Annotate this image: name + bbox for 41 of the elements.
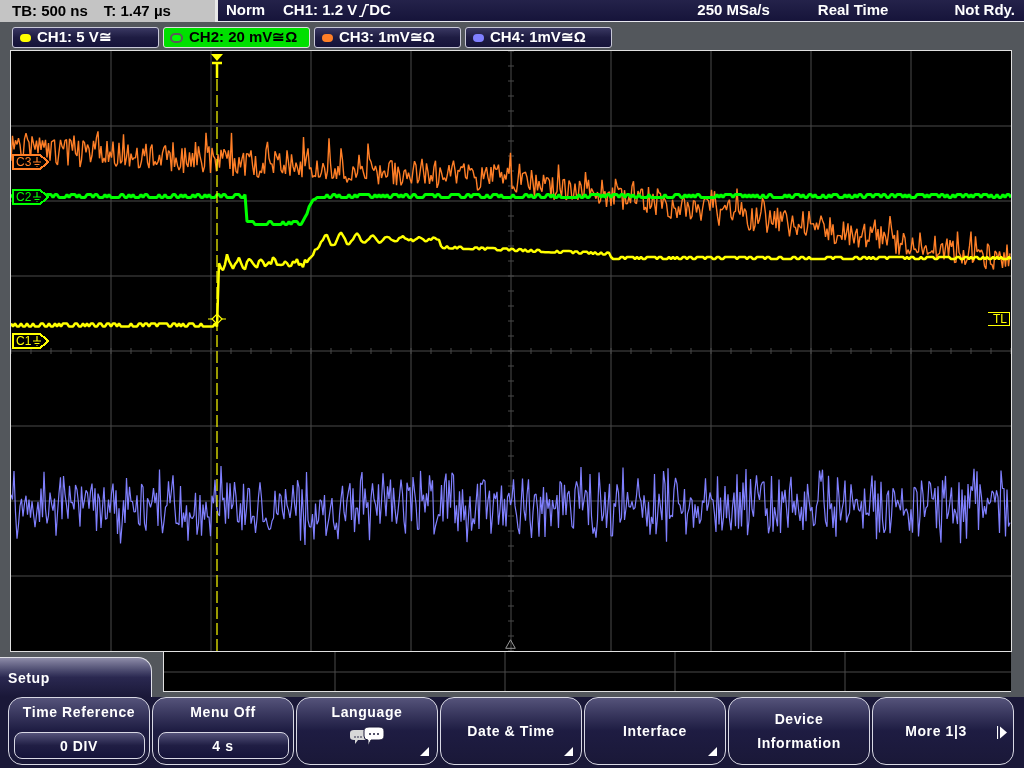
arrow-right-icon — [997, 726, 1007, 739]
channel-tab[interactable]: CH4: 1mV≅Ω — [465, 27, 612, 48]
marker-label: C3 — [16, 156, 32, 168]
trigger-level-marker[interactable]: TL — [988, 312, 1010, 326]
rising-edge-icon — [359, 4, 370, 17]
ground-icon — [33, 157, 42, 167]
softkey-button[interactable]: Date & Time — [440, 697, 582, 765]
ground-icon — [33, 336, 42, 346]
timebase-readout: TB: 500 ns — [12, 0, 88, 21]
acquisition-state-readout: Not Rdy. — [954, 0, 1015, 21]
softkey-button[interactable]: Menu Off 4 s — [152, 697, 294, 765]
trigger-mode-readout: Norm — [226, 0, 267, 21]
channel-tab[interactable]: CH1: 5 V≅ — [12, 27, 159, 48]
coupling-readout: DC — [369, 0, 391, 21]
softkey-button[interactable]: Language — [296, 697, 438, 765]
sample-rate-readout: 250 MSa/s — [697, 0, 770, 21]
speech-bubbles-icon — [349, 726, 385, 746]
softkey-button[interactable]: More 1|3 — [872, 697, 1014, 765]
corner-triangle-icon — [420, 747, 429, 756]
trigger-level-readout: CH1: 1.2 V — [283, 0, 358, 21]
value-display: 0 DIV — [13, 732, 145, 759]
menu-title-tab[interactable]: Setup — [0, 657, 152, 697]
corner-triangle-icon — [708, 747, 717, 756]
marker-label: C2 — [16, 191, 32, 203]
channel-marker[interactable]: C1 — [12, 333, 50, 349]
softkey-button[interactable]: Time Reference 0 DIV — [8, 697, 150, 765]
trigger-position-icon[interactable] — [211, 54, 223, 78]
channel-tab[interactable]: CH2: 20 mV≅Ω — [163, 27, 310, 48]
value-display: 4 s — [157, 732, 289, 759]
trigger-time-readout: T: 1.47 µs — [103, 0, 171, 21]
trigger-point-icon — [208, 313, 226, 325]
softkey-button[interactable]: Device Information — [728, 697, 870, 765]
center-marker-icon — [505, 639, 516, 649]
corner-triangle-icon — [564, 747, 573, 756]
channel-marker[interactable]: C3 — [12, 154, 50, 170]
softkey-button[interactable]: Interface — [584, 697, 726, 765]
ground-icon — [33, 192, 42, 202]
marker-label: C1 — [16, 335, 32, 347]
acquisition-mode-readout: Real Time — [817, 0, 889, 21]
channel-marker[interactable]: C2 — [12, 189, 50, 205]
channel-tab[interactable]: CH3: 1mV≅Ω — [314, 27, 461, 48]
